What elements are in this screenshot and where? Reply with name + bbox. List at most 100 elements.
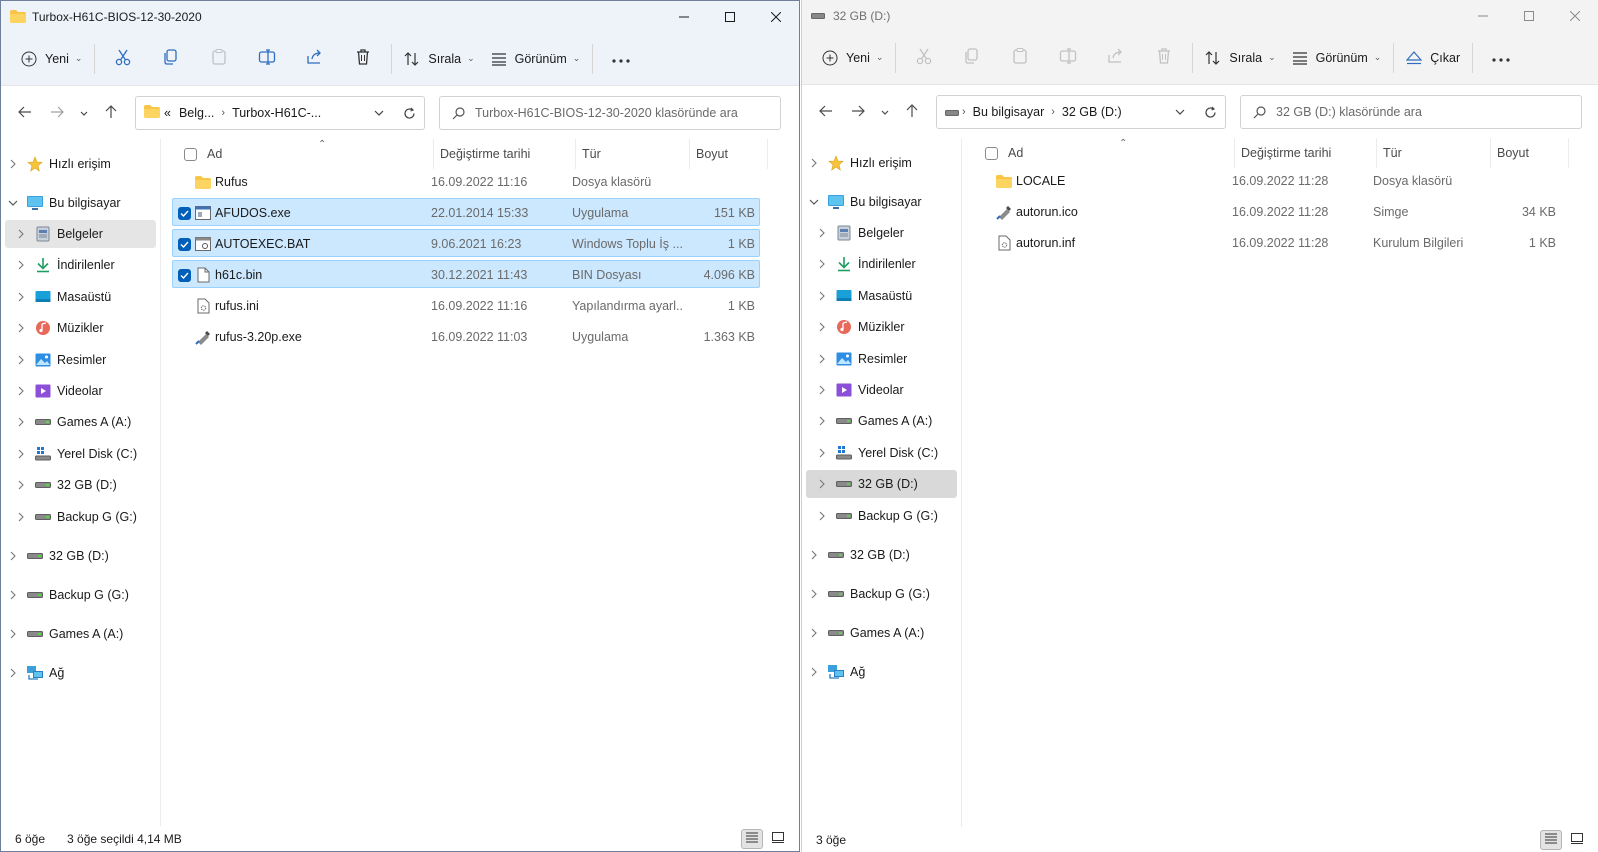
- sort-button[interactable]: Sırala ⌄: [1197, 39, 1283, 77]
- column-header-type[interactable]: Tür: [576, 139, 690, 169]
- nav-tree-item[interactable]: Backup G (G:): [806, 502, 957, 530]
- delete-button[interactable]: [339, 40, 387, 78]
- recent-locations-button[interactable]: [73, 98, 95, 128]
- cut-button[interactable]: [900, 39, 948, 77]
- nav-tree-item[interactable]: Videolar: [806, 376, 957, 404]
- chevron-right-icon[interactable]: [5, 629, 21, 639]
- tiles-view-button[interactable]: [767, 829, 789, 849]
- search-input[interactable]: 32 GB (D:) klasöründe ara: [1240, 95, 1582, 129]
- select-all-checkbox[interactable]: [184, 147, 197, 161]
- minimize-button[interactable]: [1460, 0, 1506, 31]
- nav-tree-item[interactable]: Ağ: [806, 658, 957, 686]
- column-header-date[interactable]: Değiştirme tarihi: [1235, 138, 1377, 168]
- chevron-right-icon[interactable]: [5, 159, 21, 169]
- nav-tree-item[interactable]: Games A (A:): [806, 619, 957, 647]
- chevron-right-icon[interactable]: [5, 551, 21, 561]
- details-view-button[interactable]: [1540, 830, 1562, 850]
- cut-button[interactable]: [99, 40, 147, 78]
- breadcrumb-overflow[interactable]: «: [164, 106, 171, 120]
- breadcrumb-item[interactable]: 32 GB (D:): [1062, 105, 1122, 119]
- nav-tree-item[interactable]: Yerel Disk (C:): [5, 440, 156, 468]
- chevron-right-icon[interactable]: [814, 511, 830, 521]
- sort-button[interactable]: Sırala ⌄: [396, 40, 482, 78]
- nav-tree-item[interactable]: Backup G (G:): [806, 580, 957, 608]
- more-button[interactable]: [1477, 39, 1525, 77]
- nav-tree-item[interactable]: Backup G (G:): [5, 581, 156, 609]
- share-button[interactable]: [1092, 39, 1140, 77]
- nav-tree-item[interactable]: 32 GB (D:): [5, 471, 156, 499]
- nav-tree-item[interactable]: Backup G (G:): [5, 503, 156, 531]
- column-header-type[interactable]: Tür: [1377, 138, 1491, 168]
- paste-button[interactable]: [996, 39, 1044, 77]
- nav-tree-item[interactable]: İndirilenler: [5, 251, 156, 279]
- nav-tree-item[interactable]: Resimler: [806, 345, 957, 373]
- chevron-right-icon[interactable]: [13, 480, 29, 490]
- nav-tree-item[interactable]: Müzikler: [5, 314, 156, 342]
- details-view-button[interactable]: [741, 829, 763, 849]
- chevron-right-icon[interactable]: [814, 385, 830, 395]
- nav-tree-item[interactable]: İndirilenler: [806, 250, 957, 278]
- close-button[interactable]: [1552, 0, 1598, 31]
- chevron-down-icon[interactable]: [806, 199, 822, 205]
- address-bar[interactable]: › Bu bilgisayar › 32 GB (D:): [936, 95, 1226, 129]
- copy-button[interactable]: [147, 40, 195, 78]
- nav-tree-item[interactable]: 32 GB (D:): [806, 470, 957, 498]
- copy-button[interactable]: [948, 39, 996, 77]
- select-all-checkbox[interactable]: [985, 146, 998, 160]
- nav-tree-item[interactable]: Yerel Disk (C:): [806, 439, 957, 467]
- file-row[interactable]: h61c.bin 30.12.2021 11:43 BIN Dosyası 4.096…: [172, 260, 760, 288]
- chevron-right-icon[interactable]: [13, 229, 29, 239]
- nav-tree-item[interactable]: Games A (A:): [806, 407, 957, 435]
- chevron-right-icon[interactable]: [13, 512, 29, 522]
- eject-button[interactable]: Çıkar: [1398, 39, 1468, 77]
- chevron-down-icon[interactable]: [5, 200, 21, 206]
- column-header-name[interactable]: Ad ⌃: [979, 138, 1235, 168]
- nav-tree-item[interactable]: 32 GB (D:): [806, 541, 957, 569]
- file-row[interactable]: rufus-3.20p.exe 16.09.2022 11:03 Uygulama 1…: [172, 322, 760, 350]
- view-button[interactable]: Görünüm ⌄: [483, 40, 589, 78]
- breadcrumb-item[interactable]: Turbox-H61C-...: [232, 106, 321, 120]
- chevron-right-icon[interactable]: [814, 322, 830, 332]
- chevron-right-icon[interactable]: [13, 417, 29, 427]
- chevron-right-icon[interactable]: [806, 628, 822, 638]
- file-row[interactable]: LOCALE 16.09.2022 11:28 Dosya klasörü: [973, 166, 1561, 194]
- chevron-right-icon[interactable]: [814, 228, 830, 238]
- column-header-name[interactable]: Ad ⌃: [178, 139, 434, 169]
- chevron-right-icon[interactable]: [13, 260, 29, 270]
- row-checkbox[interactable]: [178, 237, 191, 251]
- chevron-right-icon[interactable]: [13, 323, 29, 333]
- chevron-right-icon[interactable]: [5, 668, 21, 678]
- file-row[interactable]: Rufus 16.09.2022 11:16 Dosya klasörü: [172, 167, 760, 195]
- nav-tree-item[interactable]: Hızlı erişim: [806, 149, 957, 177]
- paste-button[interactable]: [195, 40, 243, 78]
- nav-tree-item[interactable]: Müzikler: [806, 313, 957, 341]
- more-button[interactable]: [597, 40, 645, 78]
- chevron-right-icon[interactable]: [5, 590, 21, 600]
- chevron-right-icon[interactable]: [13, 386, 29, 396]
- nav-tree-item[interactable]: Bu bilgisayar: [806, 188, 957, 216]
- chevron-right-icon[interactable]: [806, 589, 822, 599]
- title-bar[interactable]: 32 GB (D:): [802, 0, 1598, 31]
- nav-tree-item[interactable]: Resimler: [5, 346, 156, 374]
- rename-button[interactable]: [1044, 39, 1092, 77]
- file-row[interactable]: AUTOEXEC.BAT 9.06.2021 16:23 Windows Toplu…: [172, 229, 760, 257]
- nav-tree-item[interactable]: 32 GB (D:): [5, 542, 156, 570]
- chevron-right-icon[interactable]: [814, 259, 830, 269]
- file-row[interactable]: autorun.ico 16.09.2022 11:28 Simge 34 KB: [973, 197, 1561, 225]
- maximize-button[interactable]: [707, 1, 753, 32]
- chevron-right-icon[interactable]: [13, 292, 29, 302]
- nav-tree-item[interactable]: Games A (A:): [5, 408, 156, 436]
- chevron-right-icon[interactable]: [814, 354, 830, 364]
- refresh-icon[interactable]: [394, 107, 424, 120]
- file-row[interactable]: rufus.ini 16.09.2022 11:16 Yapılandırma ay…: [172, 291, 760, 319]
- nav-tree-item[interactable]: Hızlı erişim: [5, 150, 156, 178]
- chevron-down-icon[interactable]: [364, 110, 394, 116]
- minimize-button[interactable]: [661, 1, 707, 32]
- delete-button[interactable]: [1140, 39, 1188, 77]
- row-checkbox[interactable]: [178, 206, 191, 220]
- new-button[interactable]: Yeni ⌄: [13, 40, 90, 78]
- back-button[interactable]: [9, 98, 41, 128]
- share-button[interactable]: [291, 40, 339, 78]
- nav-tree-item[interactable]: Bu bilgisayar: [5, 189, 156, 217]
- forward-button[interactable]: [41, 98, 73, 128]
